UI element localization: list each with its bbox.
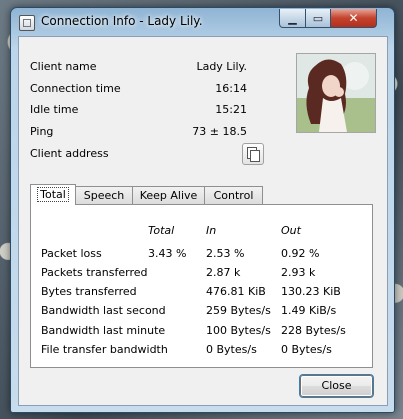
stats-panel: Total In Out Packet loss 3.43 % 2.53 % 0… — [30, 204, 373, 368]
client-address-label: Client address — [30, 147, 109, 160]
column-total-header: Total — [148, 224, 175, 237]
packets-transferred-in: 2.87 k — [206, 266, 241, 279]
connection-info-window: Connection Info - Lady Lily. ▁ ▭ ✕ Clien… — [10, 7, 395, 413]
close-button[interactable]: Close — [300, 375, 373, 397]
idle-time-label: Idle time — [30, 103, 79, 116]
tab-total[interactable]: Total — [30, 184, 76, 205]
packet-loss-total: 3.43 % — [148, 247, 187, 260]
packet-loss-out: 0.92 % — [281, 247, 320, 260]
bandwidth-last-minute-label: Bandwidth last minute — [41, 324, 166, 337]
maximize-icon: ▭ — [312, 11, 324, 25]
file-transfer-bandwidth-out: 0 Bytes/s — [281, 343, 332, 356]
column-in-header: In — [206, 224, 217, 237]
close-window-button[interactable]: ✕ — [330, 9, 377, 28]
file-transfer-bandwidth-label: File transfer bandwidth — [41, 343, 168, 356]
tab-speech[interactable]: Speech — [75, 186, 133, 204]
window-title: Connection Info - Lady Lily. — [41, 14, 203, 28]
maximize-button[interactable]: ▭ — [305, 9, 331, 28]
packets-transferred-out: 2.93 k — [281, 266, 316, 279]
app-window-icon — [19, 15, 35, 31]
file-transfer-bandwidth-in: 0 Bytes/s — [206, 343, 257, 356]
ping-value: 73 ± 18.5 — [192, 125, 247, 138]
close-icon: ✕ — [348, 11, 359, 25]
bandwidth-last-second-in: 259 Bytes/s — [206, 304, 271, 317]
bandwidth-last-minute-in: 100 Bytes/s — [206, 324, 271, 337]
packet-loss-label: Packet loss — [41, 247, 102, 260]
tab-control[interactable]: Control — [204, 186, 263, 204]
connection-time-value: 16:14 — [215, 82, 247, 95]
bytes-transferred-out: 130.23 KiB — [281, 285, 341, 298]
column-out-header: Out — [281, 224, 301, 237]
minimize-icon: ▁ — [288, 11, 297, 25]
bytes-transferred-in: 476.81 KiB — [206, 285, 266, 298]
packet-loss-in: 2.53 % — [206, 247, 245, 260]
copy-address-button[interactable] — [242, 143, 264, 165]
bandwidth-last-second-out: 1.49 KiB/s — [281, 304, 337, 317]
minimize-button[interactable]: ▁ — [279, 9, 306, 28]
idle-time-value: 15:21 — [215, 103, 247, 116]
connection-time-label: Connection time — [30, 82, 121, 95]
avatar — [296, 53, 376, 133]
client-name-label: Client name — [30, 60, 97, 73]
title-bar[interactable]: Connection Info - Lady Lily. ▁ ▭ ✕ — [11, 8, 394, 36]
client-name-value: Lady Lily. — [196, 60, 247, 73]
bandwidth-last-second-label: Bandwidth last second — [41, 304, 166, 317]
bytes-transferred-label: Bytes transferred — [41, 285, 137, 298]
dialog-body: Client name Lady Lily. Connection time 1… — [18, 36, 388, 406]
tab-keep-alive[interactable]: Keep Alive — [132, 186, 205, 204]
ping-label: Ping — [30, 125, 54, 138]
bandwidth-last-minute-out: 228 Bytes/s — [281, 324, 346, 337]
packets-transferred-label: Packets transferred — [41, 266, 148, 279]
